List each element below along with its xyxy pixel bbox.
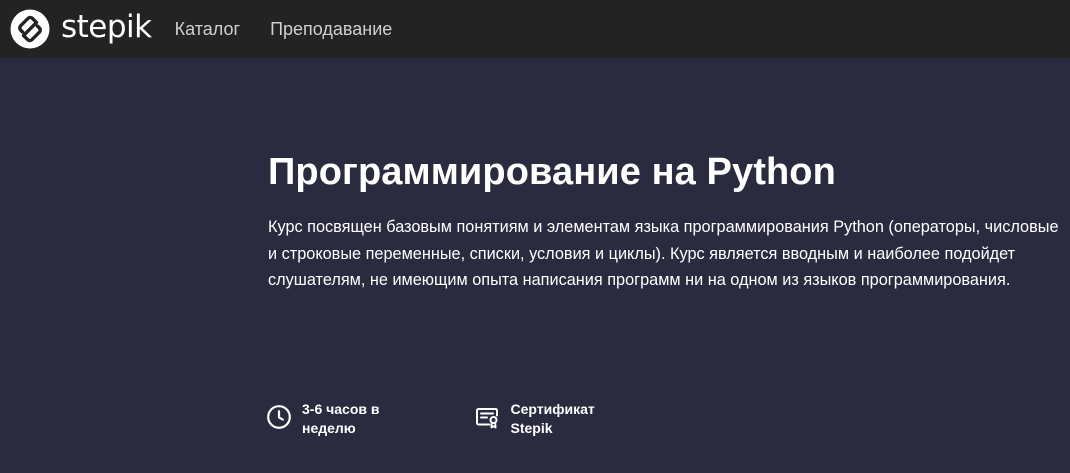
nav-link-catalog[interactable]: Каталог (175, 19, 240, 40)
feature-certificate: Сертификат Stepik (474, 400, 595, 438)
course-title: Программирование на Python (268, 151, 836, 193)
feature-workload: 3-6 часов в неделю (266, 400, 379, 438)
stepik-logo-icon (10, 9, 50, 49)
certificate-icon (476, 408, 499, 429)
course-info: Программирование на Python Курс посвящен… (268, 146, 1068, 294)
feature-workload-text: 3-6 часов в неделю (302, 400, 379, 438)
feature-workload-line1: 3-6 часов в (302, 401, 380, 417)
nav-link-teaching[interactable]: Преподавание (270, 19, 392, 40)
feature-certificate-text: Сертификат Stepik (510, 400, 594, 438)
clock-icon (267, 405, 291, 429)
course-features: 3-6 часов в неделю Сертификат Stepik (266, 400, 595, 438)
logo-text: stepik (61, 9, 152, 45)
top-navigation-bar: stepik Каталог Преподавание (0, 0, 1070, 58)
feature-certificate-line1: Сертификат (510, 401, 595, 417)
course-description: Курс посвящен базовым понятиям и элемент… (268, 218, 1059, 289)
feature-certificate-line2: Stepik (510, 420, 553, 436)
main-nav: Каталог Преподавание (175, 19, 423, 40)
feature-workload-line2: неделю (302, 420, 356, 436)
course-hero: Программирование на Python Курс посвящен… (0, 58, 1070, 473)
stepik-logo[interactable]: stepik (10, 0, 152, 58)
